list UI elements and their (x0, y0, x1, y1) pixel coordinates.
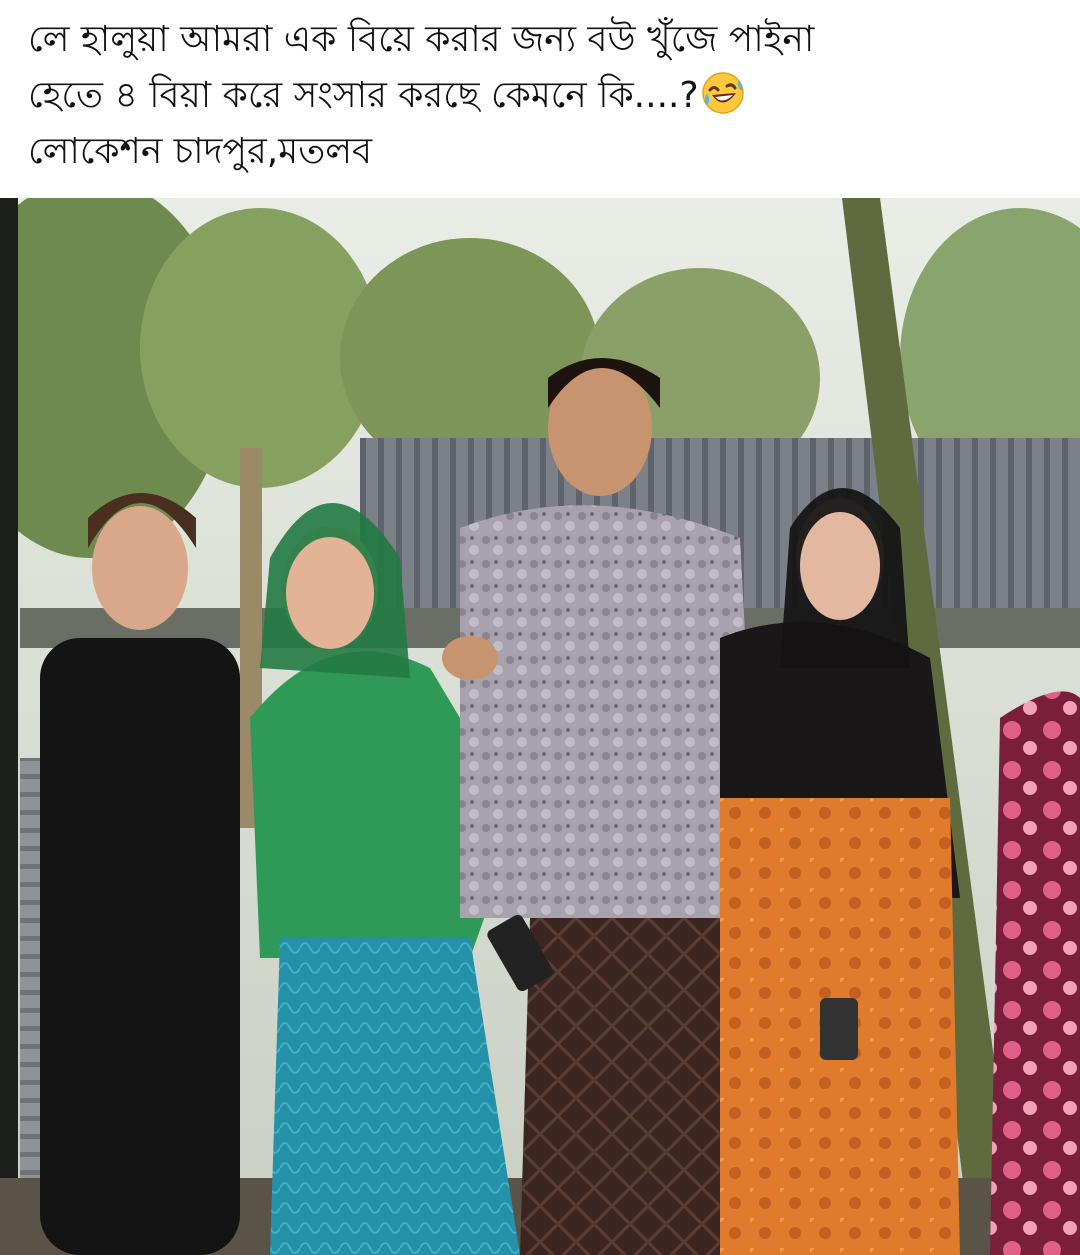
laughing-emoji-icon (701, 72, 744, 114)
group-photo-illustration (0, 198, 1080, 1255)
caption-line-1: লে হালুয়া আমরা এক বিয়ে করার জন্য বউ খু… (28, 19, 815, 60)
post-caption: লে হালুয়া আমরা এক বিয়ে করার জন্য বউ খু… (0, 0, 1080, 198)
group-photo (0, 198, 1080, 1255)
caption-line-2: হেতে ৪ বিয়া করে সংসার করছে কেমনে কি....… (28, 68, 1062, 124)
caption-line-2-text: হেতে ৪ বিয়া করে সংসার করছে কেমনে কি....… (28, 75, 699, 116)
caption-line-3: লোকেশন চাদপুর,মতলব (28, 131, 373, 172)
